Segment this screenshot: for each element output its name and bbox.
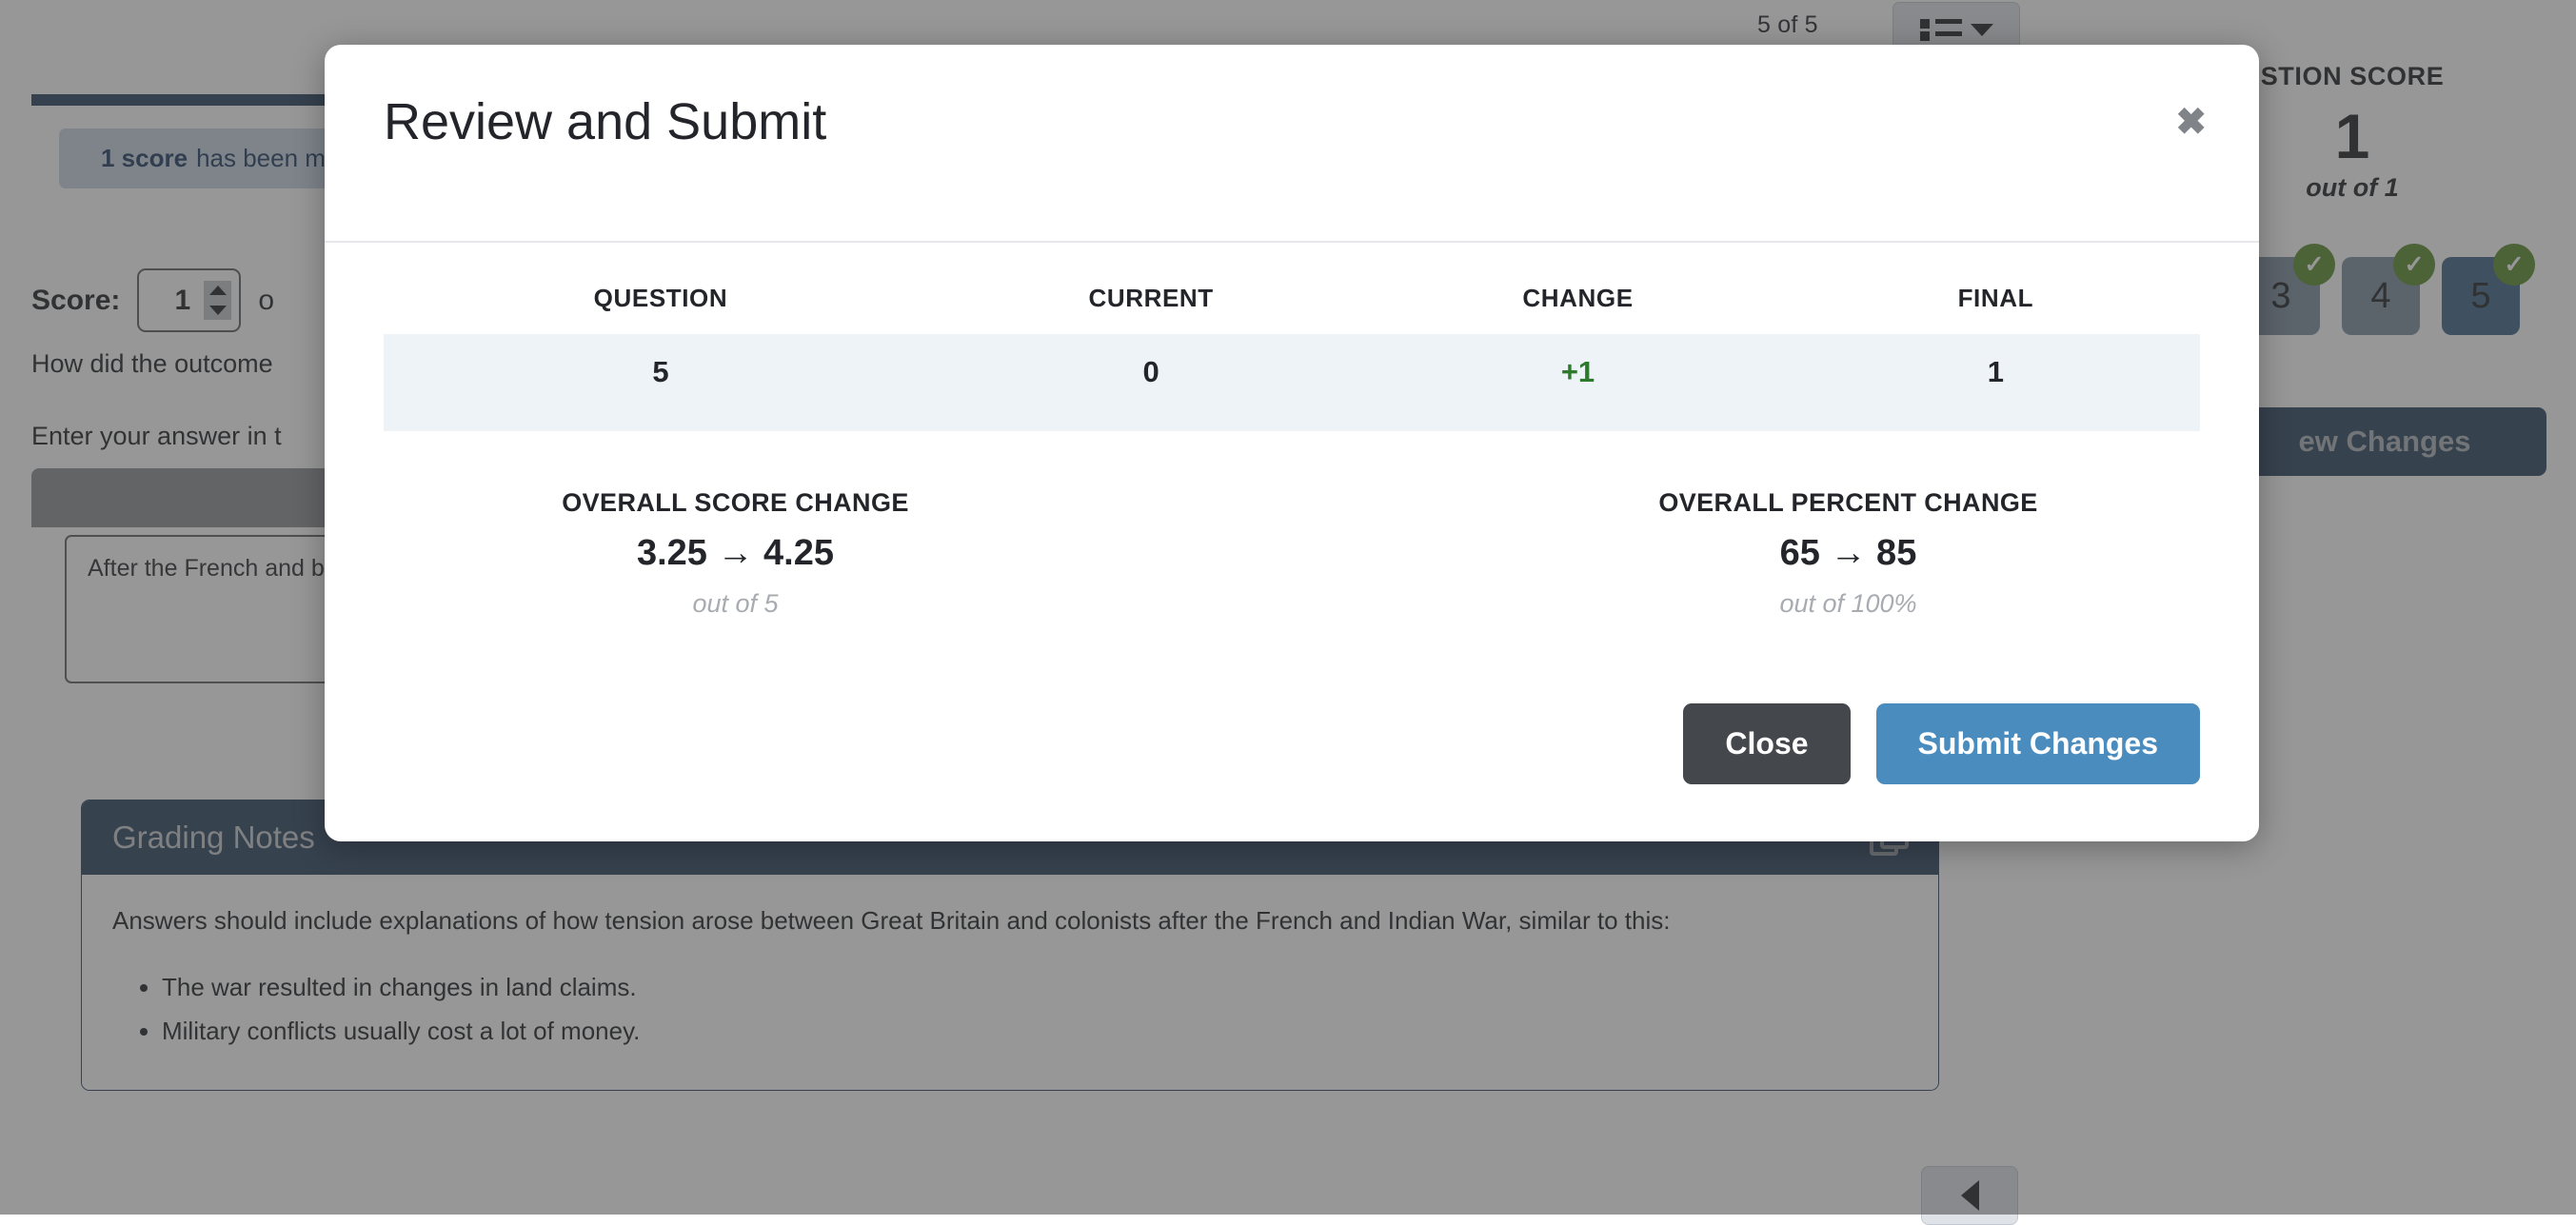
change-table-wrapper: QUESTION CURRENT CHANGE FINAL 5 0 +1 1: [325, 283, 2259, 431]
submit-changes-button[interactable]: Submit Changes: [1875, 703, 2200, 784]
overall-score-change-sub: out of 5: [692, 589, 779, 618]
overall-percent-change-block: OVERALL PERCENT CHANGE 65 → 85 out of 10…: [1335, 488, 2200, 619]
overall-percent-change-label: OVERALL PERCENT CHANGE: [1658, 488, 2038, 517]
cell-change: +1: [1560, 355, 1595, 388]
overall-percent-change-sub: out of 100%: [1779, 589, 1917, 618]
table-row: 5 0 +1 1: [384, 334, 2200, 431]
overall-score-change-block: OVERALL SCORE CHANGE 3.25 → 4.25 out of …: [384, 488, 1335, 619]
column-header-question: QUESTION: [593, 284, 728, 312]
summary-section: OVERALL SCORE CHANGE 3.25 → 4.25 out of …: [325, 488, 2259, 619]
cell-question: 5: [652, 355, 669, 388]
overall-percent-change-value: 65 → 85: [1779, 533, 1917, 573]
close-icon[interactable]: ✖: [2175, 104, 2207, 141]
cell-final: 1: [1987, 355, 2004, 388]
review-and-submit-modal: Review and Submit ✖ QUESTION CURRENT CHA…: [325, 45, 2259, 841]
overall-score-change-value: 3.25 → 4.25: [636, 533, 835, 573]
modal-body: QUESTION CURRENT CHANGE FINAL 5 0 +1 1 O…: [325, 283, 2259, 619]
close-button[interactable]: Close: [1683, 703, 1851, 784]
cell-current: 0: [1142, 355, 1159, 388]
column-header-change: CHANGE: [1522, 284, 1634, 312]
score-change-table: QUESTION CURRENT CHANGE FINAL 5 0 +1 1: [384, 283, 2200, 431]
column-header-current: CURRENT: [1088, 284, 1214, 312]
page-title: Review and Submit: [384, 93, 827, 150]
overall-score-change-label: OVERALL SCORE CHANGE: [562, 488, 909, 517]
modal-footer: Close Submit Changes: [1683, 703, 2200, 784]
table-header-row: QUESTION CURRENT CHANGE FINAL: [384, 283, 2200, 334]
column-header-final: FINAL: [1957, 284, 2034, 312]
modal-header: Review and Submit ✖: [325, 45, 2259, 243]
